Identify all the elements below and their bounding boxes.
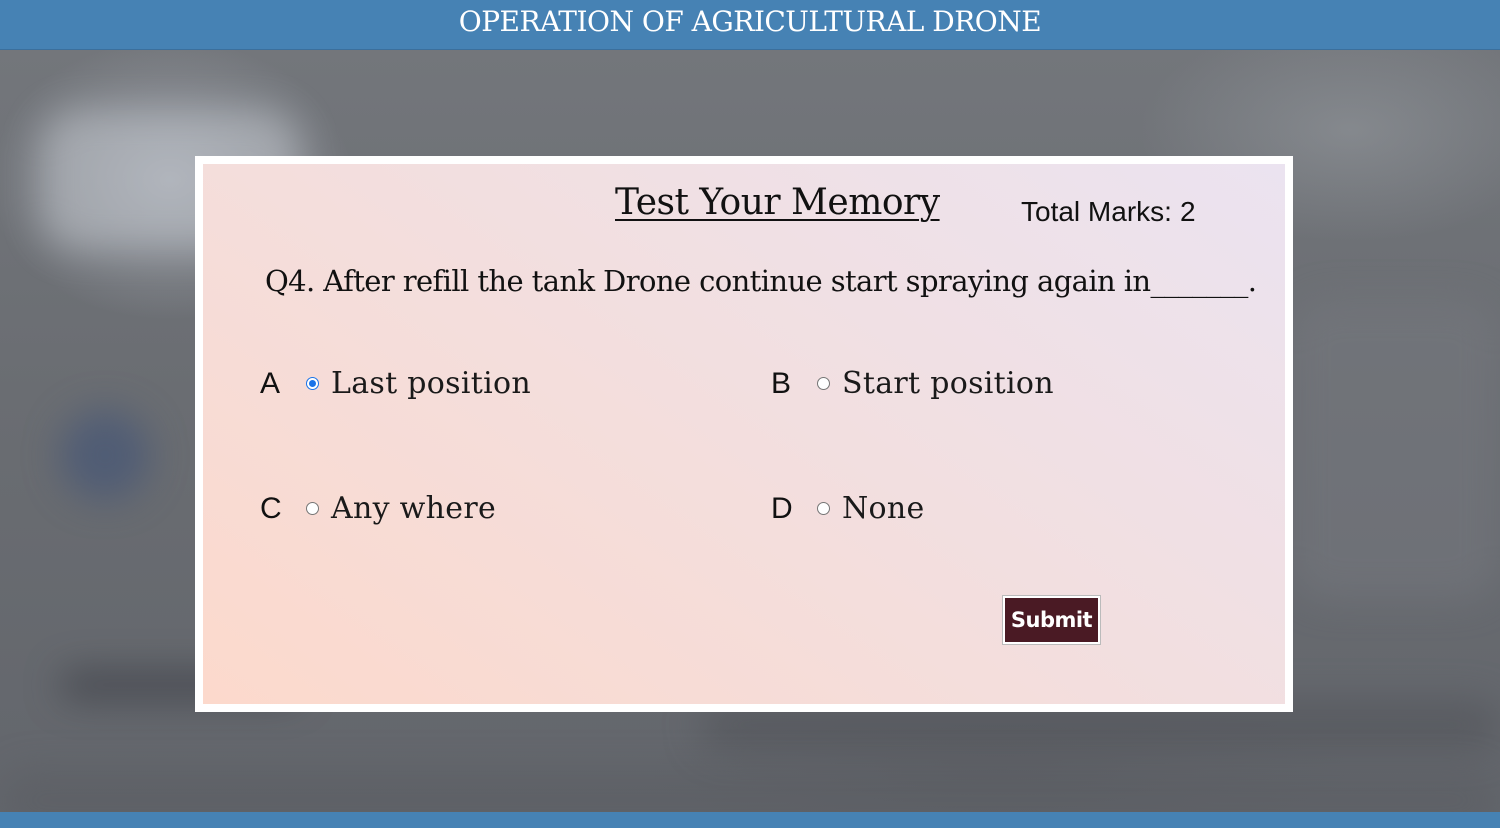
quiz-card: Test Your Memory Total Marks: 2 Q4. After… (203, 164, 1285, 704)
quiz-title: Test Your Memory (615, 182, 940, 223)
option-letter: A (260, 366, 281, 400)
option-letter: D (771, 491, 793, 525)
option-label[interactable]: None (842, 491, 925, 526)
option-label[interactable]: Any where (331, 491, 496, 526)
option-letter: B (771, 366, 792, 400)
option-label[interactable]: Last position (331, 366, 531, 401)
total-marks-label: Total Marks: (1021, 196, 1172, 227)
quiz-panel: Test Your Memory Total Marks: 2 Q4. After… (195, 156, 1293, 712)
app-title: OPERATION OF AGRICULTURAL DRONE (458, 5, 1042, 38)
option-letter: C (260, 491, 282, 525)
total-marks-value: 2 (1179, 196, 1196, 227)
option-b[interactable]: B Start position (771, 366, 1054, 401)
option-d-radio[interactable] (817, 502, 830, 515)
option-label[interactable]: Start position (842, 366, 1054, 401)
option-b-radio[interactable] (817, 377, 830, 390)
question-text: Q4. After refill the tank Drone continue… (265, 264, 1257, 298)
total-marks: Total Marks: 2 (1021, 196, 1196, 228)
option-a[interactable]: A Last position (260, 366, 531, 401)
footer-bar (0, 812, 1500, 828)
option-c[interactable]: C Any where (260, 491, 496, 526)
option-a-radio[interactable] (306, 377, 319, 390)
option-d[interactable]: D None (771, 491, 925, 526)
app-header: OPERATION OF AGRICULTURAL DRONE (0, 0, 1500, 50)
option-c-radio[interactable] (306, 502, 319, 515)
submit-button[interactable]: Submit (1003, 596, 1100, 644)
